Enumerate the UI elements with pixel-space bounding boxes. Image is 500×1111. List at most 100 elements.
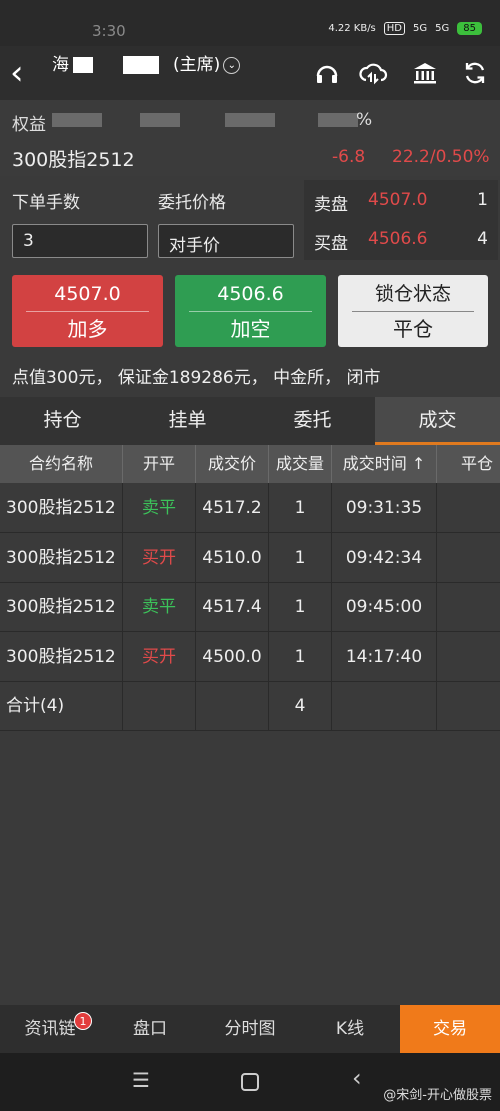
qty-input[interactable]: 3 (12, 224, 148, 258)
col-header-name: 合约名称 (0, 445, 123, 483)
sell-label: 卖盘 (314, 195, 348, 215)
cloud-sync-icon[interactable] (358, 60, 388, 90)
nav-intraday[interactable]: 分时图 (200, 1005, 300, 1053)
cell-price: 4517.4 (196, 582, 269, 632)
buy-label: 买盘 (314, 234, 348, 254)
total-label: 合计(4) (0, 681, 123, 731)
redacted-block (225, 113, 275, 127)
table-row[interactable]: 300股指2512 卖平 4517.4 1 09:45:00 (0, 582, 500, 632)
col-header-side: 开平 (123, 445, 196, 483)
table-row[interactable]: 300股指2512 买开 4510.0 1 09:42:34 (0, 532, 500, 583)
back-arrow-icon[interactable]: ‹ (10, 56, 40, 90)
total-qty: 4 (269, 681, 332, 731)
home-icon[interactable] (241, 1073, 259, 1091)
cell-time: 14:17:40 (332, 631, 437, 682)
cell-contract-name: 300股指2512 (0, 582, 123, 632)
signal-icon-1: 5G (413, 23, 428, 34)
redacted-block (73, 57, 93, 73)
cell-price: 4510.0 (196, 532, 269, 583)
bank-icon[interactable] (410, 60, 440, 90)
sell-short-label: 加空 (230, 317, 271, 341)
battery-icon: 85 (457, 22, 482, 35)
cell-side: 卖平 (123, 582, 196, 632)
nav-orderbook[interactable]: 盘口 (100, 1005, 200, 1053)
col-header-qty: 成交量 (269, 445, 332, 483)
cell-qty: 1 (269, 532, 332, 583)
chevron-down-icon[interactable]: ⌄ (223, 56, 241, 74)
cell-side: 卖平 (123, 483, 196, 533)
close-position-label[interactable]: 平仓 (338, 312, 488, 347)
equity-pct-suffix: % (356, 110, 373, 130)
empty-cell (196, 681, 269, 731)
table-row[interactable]: 300股指2512 买开 4500.0 1 14:17:40 (0, 631, 500, 682)
buy-long-label: 加多 (67, 317, 108, 341)
cell-time: 09:31:35 (332, 483, 437, 533)
nav-kline[interactable]: K线 (300, 1005, 400, 1053)
lock-close-button[interactable]: 锁仓状态 平仓 (338, 275, 488, 347)
cell-price: 4517.2 (196, 483, 269, 533)
signal-icon-2: 5G (435, 23, 450, 34)
cell-time: 09:42:34 (332, 532, 437, 583)
buy-long-price: 4507.0 (54, 283, 121, 305)
title-prefix: 海 (52, 55, 69, 75)
price-change: -6.8 (332, 147, 366, 167)
tab-pending[interactable]: 挂单 (125, 397, 250, 445)
cell-contract-name: 300股指2512 (0, 483, 123, 533)
cell-side: 买开 (123, 631, 196, 682)
change-percent: 22.2/0.50% (392, 147, 490, 167)
cell-qty: 1 (269, 483, 332, 533)
tab-orders[interactable]: 委托 (250, 397, 375, 445)
empty-cell (332, 681, 437, 731)
buy-price[interactable]: 4506.6 (368, 229, 427, 249)
col-header-time[interactable]: 成交时间 ↑ (332, 445, 437, 483)
account-title[interactable]: 海 (主席) ⌄ (52, 50, 241, 75)
status-time: 3:30 (92, 22, 126, 40)
redacted-block (140, 113, 180, 127)
contract-name: 300股指2512 (12, 149, 135, 171)
redacted-block (52, 113, 102, 127)
refresh-icon[interactable] (460, 60, 490, 90)
table-total-row: 合计(4) 4 (0, 681, 500, 731)
cell-side: 买开 (123, 532, 196, 583)
hd-icon: HD (383, 22, 406, 35)
tab-bar: 持仓 挂单 委托 成交 (0, 397, 500, 445)
bottom-nav: 资讯链 1 盘口 分时图 K线 交易 (0, 1005, 500, 1053)
nav-news[interactable]: 资讯链 1 (0, 1005, 100, 1053)
tab-positions[interactable]: 持仓 (0, 397, 125, 445)
sell-short-price: 4506.6 (217, 283, 284, 305)
cell-time: 09:45:00 (332, 582, 437, 632)
qty-label: 下单手数 (12, 193, 80, 213)
title-suffix: (主席) (173, 55, 221, 75)
cell-price: 4500.0 (196, 631, 269, 682)
nav-news-label: 资讯链 (24, 1019, 76, 1039)
headset-icon[interactable] (312, 60, 342, 90)
sell-price[interactable]: 4507.0 (368, 190, 427, 210)
cell-qty: 1 (269, 582, 332, 632)
equity-label: 权益 (12, 115, 46, 135)
sell-short-button[interactable]: 4506.6 加空 (175, 275, 326, 347)
net-speed: 4.22 KB/s (328, 23, 376, 34)
tab-trades[interactable]: 成交 (375, 397, 500, 445)
price-label: 委托价格 (158, 193, 226, 213)
nav-trade[interactable]: 交易 (400, 1005, 500, 1053)
notification-badge: 1 (74, 1012, 92, 1030)
cell-contract-name: 300股指2512 (0, 532, 123, 583)
cell-qty: 1 (269, 631, 332, 682)
table-row[interactable]: 300股指2512 卖平 4517.2 1 09:31:35 (0, 483, 500, 533)
redacted-block (123, 56, 159, 74)
menu-icon[interactable]: ☰ (132, 1068, 150, 1092)
status-icons: 4.22 KB/s HD 5G 5G 85 (328, 22, 482, 35)
table-header: 合约名称 开平 成交价 成交量 成交时间 ↑ 平仓 (0, 445, 500, 483)
watermark: @宋剑-开心做股票 (383, 1088, 492, 1103)
buy-volume: 4 (477, 229, 488, 249)
buy-long-button[interactable]: 4507.0 加多 (12, 275, 163, 347)
col-header-close: 平仓 (460, 454, 493, 473)
price-input[interactable]: 对手价 (158, 224, 294, 258)
sell-volume: 1 (477, 190, 488, 210)
back-icon[interactable]: ‹ (352, 1064, 362, 1092)
cell-contract-name: 300股指2512 (0, 631, 123, 682)
lock-status-label[interactable]: 锁仓状态 (338, 275, 488, 311)
empty-cell (123, 681, 196, 731)
contract-description: 点值300元， 保证金189286元， 中金所， 闭市 (12, 368, 381, 388)
redacted-block (318, 113, 358, 127)
